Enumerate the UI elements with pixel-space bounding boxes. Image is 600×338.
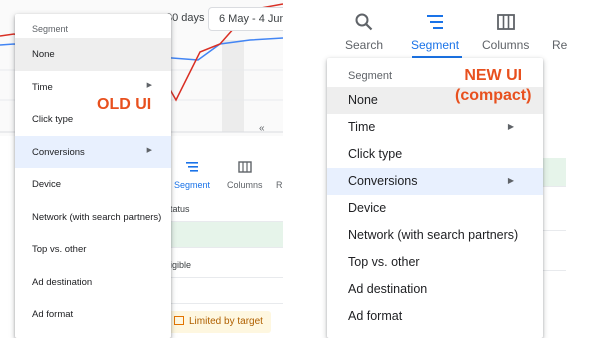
segment-icon	[174, 160, 210, 178]
date-range-button[interactable]: 6 May - 4 Jun	[208, 7, 283, 31]
menu-item-label: Conversions	[348, 174, 418, 188]
menu-item-label: Time	[348, 120, 376, 134]
old-menu-item-ad-format[interactable]: Ad format	[15, 298, 171, 331]
old-menu-item-conversions[interactable]: Conversions ▶	[15, 135, 171, 168]
menu-item-label: Conversions	[32, 146, 85, 158]
menu-item-label: Device	[348, 201, 387, 215]
new-toolbar: Search Segment Columns Re	[327, 0, 567, 56]
menu-item-label: Click type	[348, 147, 403, 161]
old-menu-item-top-vs-other[interactable]: Top vs. other	[15, 233, 171, 266]
columns-icon	[227, 160, 263, 178]
menu-item-label: Top vs. other	[348, 255, 420, 269]
menu-item-label: None	[32, 49, 55, 60]
menu-item-label: Ad format	[32, 309, 74, 320]
menu-item-label: Ad destination	[348, 282, 428, 296]
status-badge: Limited by target	[168, 311, 271, 333]
menu-item-label: Click type	[32, 114, 74, 125]
menu-item-label: None	[348, 93, 378, 107]
menu-item-label: Ad destination	[32, 276, 93, 288]
submenu-arrow-icon: ▶	[146, 81, 152, 89]
new-menu-item-top-vs-other[interactable]: Top vs. other	[327, 249, 543, 276]
new-toolbar-segment[interactable]: Segment	[411, 12, 459, 52]
new-ui-annotation: NEW UI (compact)	[455, 66, 531, 106]
new-menu-item-ad-format[interactable]: Ad format	[327, 303, 543, 330]
submenu-arrow-icon: ▶	[507, 176, 514, 185]
new-menu-item-network[interactable]: Network (with search partners)	[327, 222, 543, 249]
old-toolbar-segment[interactable]: Segment	[174, 160, 210, 190]
old-menu-item-device[interactable]: Device	[15, 168, 171, 201]
menu-item-label: Network (with search partners)	[348, 228, 519, 242]
submenu-arrow-icon: ▶	[146, 146, 152, 154]
menu-item-label: Ad format	[348, 309, 403, 323]
menu-item-label: Device	[32, 179, 62, 190]
trend-warning-icon	[174, 316, 184, 325]
menu-item-label: Time	[32, 81, 53, 93]
chart-hover-band	[222, 40, 244, 132]
collapse-chart-icon[interactable]: «	[259, 123, 265, 134]
old-toolbar-segment-label: Segment	[174, 180, 211, 190]
old-toolbar-reports[interactable]: R	[276, 160, 283, 190]
old-toolbar-columns-label: Columns	[227, 180, 263, 190]
table-edge	[542, 60, 566, 338]
old-menu-item-ad-destination[interactable]: Ad destination	[15, 266, 171, 299]
old-ui-annotation: OLD UI	[97, 96, 152, 113]
menu-item-label: Top vs. other	[32, 244, 87, 255]
old-menu-title: Segment	[32, 24, 69, 34]
segment-icon	[411, 12, 459, 34]
menu-item-label: Network (with search partners)	[32, 211, 162, 223]
old-segment-menu: Segment None Time ▶ Click type Conversion…	[15, 14, 171, 338]
submenu-arrow-icon: ▶	[507, 122, 514, 131]
new-toolbar-search[interactable]: Search	[345, 12, 383, 52]
old-toolbar-reports-label: R	[276, 180, 283, 190]
new-toolbar-search-label: Search	[345, 38, 384, 52]
old-menu-item-none[interactable]: None	[15, 38, 171, 71]
old-menu-item-network[interactable]: Network (with search partners)	[15, 201, 171, 234]
search-icon	[345, 12, 383, 34]
status-badge-label: Limited by target	[189, 316, 263, 327]
new-menu-item-ad-destination[interactable]: Ad destination	[327, 276, 543, 303]
new-menu-item-click-type[interactable]: Click type	[327, 141, 543, 168]
new-menu-item-device[interactable]: Device	[327, 195, 543, 222]
new-ui-annotation-line1: NEW UI	[464, 67, 523, 84]
new-toolbar-reports[interactable]: Re	[552, 12, 567, 52]
new-toolbar-segment-label: Segment	[411, 38, 460, 52]
new-toolbar-columns-label: Columns	[482, 38, 530, 52]
new-menu-item-time[interactable]: Time ▶	[327, 114, 543, 141]
new-ui-annotation-line2: (compact)	[455, 87, 532, 104]
new-toolbar-reports-label: Re	[552, 38, 568, 52]
columns-icon	[482, 12, 529, 34]
new-toolbar-columns[interactable]: Columns	[482, 12, 529, 52]
old-toolbar-columns[interactable]: Columns	[227, 160, 263, 190]
new-menu-item-conversions[interactable]: Conversions ▶	[327, 168, 543, 195]
date-preset-label[interactable]: 30 days	[166, 12, 205, 24]
